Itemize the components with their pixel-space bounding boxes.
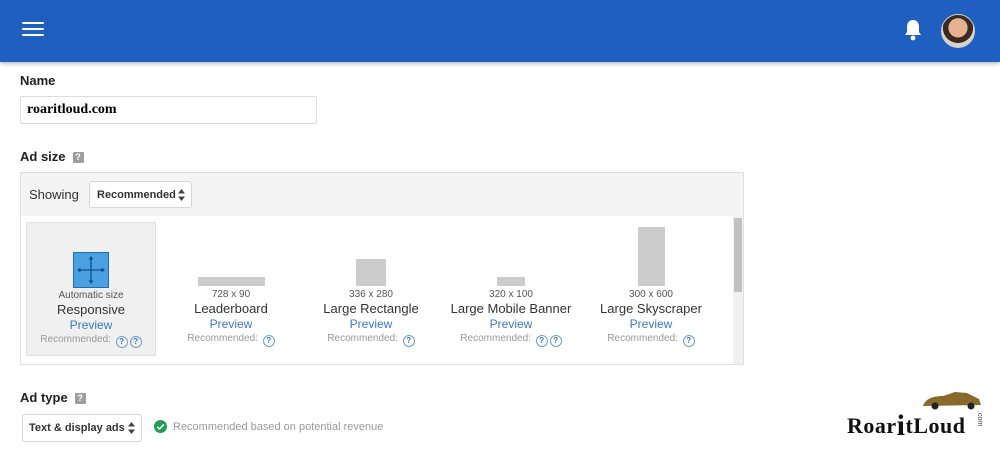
recommended-row: Recommended: ? <box>154 333 308 347</box>
recommended-label: Recommended: <box>40 334 111 345</box>
size-dims: 728 x 90 <box>211 289 251 300</box>
size-thumbnail <box>497 277 525 286</box>
question-icon[interactable]: ? <box>682 335 695 347</box>
question-icon[interactable]: ? <box>402 335 415 347</box>
size-thumbnail <box>638 227 665 286</box>
ad-size-panel: Showing Recommended Automatic size Respo… <box>20 172 744 365</box>
size-option-responsive[interactable]: Automatic size Responsive Preview Recomm… <box>26 222 156 356</box>
name-input[interactable] <box>20 96 317 124</box>
ad-type-label-text: Ad type <box>20 390 68 405</box>
recommended-label: Recommended: <box>327 333 398 344</box>
question-icon[interactable]: ? <box>535 335 548 347</box>
recommended-row: Recommended: ? <box>294 333 448 347</box>
check-circle-icon <box>154 420 167 433</box>
question-icon[interactable]: ? <box>115 336 128 348</box>
recommended-label: Recommended: <box>187 333 258 344</box>
recommended-row: Recommended: ? <box>574 333 728 347</box>
recommended-label: Recommended: <box>607 333 678 344</box>
size-title: Responsive <box>57 302 125 317</box>
ad-type-select[interactable]: Text & display ads <box>22 414 142 442</box>
ad-type-value: Text & display ads <box>29 422 125 434</box>
watermark-text-start: Roar <box>847 413 897 438</box>
watermark-letter-i: i <box>896 409 906 442</box>
question-icon[interactable]: ? <box>262 335 275 347</box>
size-list-scrollbar[interactable] <box>733 216 743 364</box>
preview-link[interactable]: Preview <box>586 317 716 331</box>
size-dims: Automatic size <box>58 290 124 301</box>
user-avatar[interactable] <box>941 14 975 48</box>
ad-size-label: Ad size? <box>20 149 84 164</box>
scrollbar-thumb[interactable] <box>734 218 742 292</box>
recommended-label: Recommended: <box>460 333 531 344</box>
size-filter-select[interactable]: Recommended <box>89 181 192 208</box>
size-title: Large Rectangle <box>323 301 419 316</box>
showing-label: Showing <box>29 187 79 202</box>
size-option-leaderboard[interactable]: 728 x 90 Leaderboard Preview Recommended… <box>166 222 296 356</box>
size-dims: 300 x 600 <box>629 289 673 300</box>
size-dims: 320 x 100 <box>489 289 533 300</box>
recommended-row: Recommended: ?? <box>15 334 167 348</box>
name-label: Name <box>20 73 56 88</box>
size-dims: 336 x 280 <box>349 289 393 300</box>
recommended-row: Recommended: ?? <box>434 333 588 347</box>
size-option-large-mobile-banner[interactable]: 320 x 100 Large Mobile Banner Preview Re… <box>446 222 576 356</box>
ad-size-options: Automatic size Responsive Preview Recomm… <box>21 216 733 364</box>
help-icon[interactable]: ? <box>72 152 84 163</box>
watermark-text-end: tLoud <box>905 413 966 438</box>
watermark-domain: .com <box>976 411 983 427</box>
preview-link[interactable]: Preview <box>446 317 576 331</box>
size-thumbnail <box>356 259 386 286</box>
bell-icon[interactable] <box>903 19 923 41</box>
watermark-wordmark: RoaritLoud <box>847 409 965 443</box>
menu-icon[interactable] <box>22 22 44 40</box>
ad-size-label-text: Ad size <box>20 149 66 164</box>
car-icon <box>923 392 981 410</box>
ad-type-label: Ad type? <box>20 390 86 405</box>
preview-link[interactable]: Preview <box>166 317 296 331</box>
select-arrows-icon <box>128 422 135 434</box>
top-app-bar <box>0 0 1000 62</box>
question-icon[interactable]: ? <box>129 336 142 348</box>
size-title: Leaderboard <box>194 301 268 316</box>
select-arrows-icon <box>178 188 185 201</box>
preview-link[interactable]: Preview <box>27 318 155 332</box>
help-icon[interactable]: ? <box>74 393 86 404</box>
preview-link[interactable]: Preview <box>306 317 436 331</box>
size-option-large-skyscraper[interactable]: 300 x 600 Large Skyscraper Preview Recom… <box>586 222 716 356</box>
showing-bar: Showing Recommended <box>21 173 743 216</box>
size-filter-value: Recommended <box>97 189 176 201</box>
size-option-large-rectangle[interactable]: 336 x 280 Large Rectangle Preview Recomm… <box>306 222 436 356</box>
size-title: Large Skyscraper <box>600 301 702 316</box>
roaritloud-watermark-logo: RoaritLoud .com <box>845 388 990 443</box>
size-title: Large Mobile Banner <box>450 301 572 316</box>
question-icon[interactable]: ? <box>549 335 562 347</box>
responsive-resize-icon <box>73 252 109 288</box>
ad-type-recommendation: Recommended based on potential revenue <box>173 421 384 433</box>
size-thumbnail <box>198 277 265 286</box>
